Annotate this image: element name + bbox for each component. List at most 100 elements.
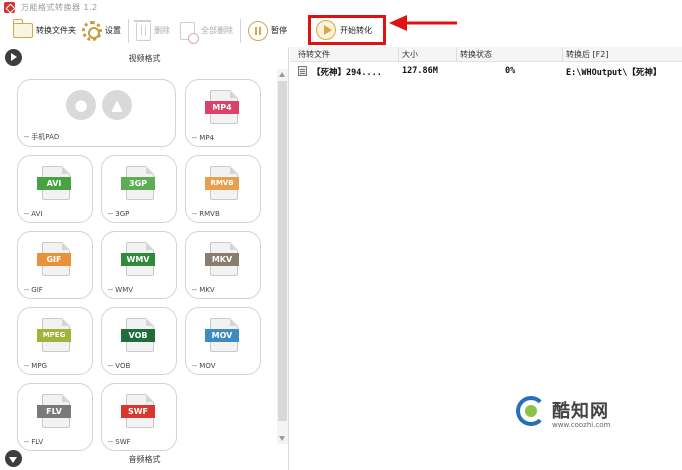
format-badge: SWF: [121, 405, 155, 418]
format-badge: MKV: [205, 253, 239, 266]
column-divider: [398, 47, 399, 62]
file-format-icon: GIF: [37, 242, 71, 276]
android-icon: ▲: [102, 90, 132, 120]
delete-button[interactable]: 删除: [133, 17, 173, 45]
settings-label: 设置: [105, 26, 121, 35]
file-list-header: 待转文件 大小 转换状态 转换后 [F2]: [290, 47, 682, 62]
scroll-down-icon[interactable]: [279, 436, 285, 441]
format-caption: -- VOB: [108, 362, 131, 370]
start-convert-label: 开始转化: [340, 25, 372, 35]
format-caption: -- MOV: [192, 362, 216, 370]
toolbar-divider: [240, 18, 241, 43]
format-caption: -- FLV: [24, 438, 44, 446]
format-badge: MP4: [205, 101, 239, 114]
format-caption: -- 3GP: [108, 210, 130, 218]
format-badge: VOB: [121, 329, 155, 342]
format-caption: -- WMV: [108, 286, 134, 294]
scroll-thumb[interactable]: [278, 81, 287, 421]
settings-button[interactable]: 设置: [79, 17, 124, 45]
format-badge: RMVB: [205, 177, 239, 190]
pause-button[interactable]: 暂停: [245, 17, 290, 45]
format-badge: AVI: [37, 177, 71, 190]
folder-icon: [12, 19, 33, 38]
format-tile-phone-pad[interactable]: ● ▲ -- 手机PAD: [17, 79, 176, 147]
convert-folder-label: 转换文件夹: [36, 26, 76, 35]
format-badge: GIF: [37, 253, 71, 266]
format-tile-mpeg[interactable]: MPEG -- MPG: [17, 307, 93, 375]
file-format-icon: 3GP: [121, 166, 155, 200]
format-badge: FLV: [37, 405, 71, 418]
file-format-icon: VOB: [121, 318, 155, 352]
toolbar-divider: [128, 18, 129, 43]
format-badge: 3GP: [121, 177, 155, 190]
window-title: 万能格式转换器 1.2: [21, 3, 98, 12]
scroll-up-icon[interactable]: [279, 72, 285, 77]
file-format-icon: RMVB: [205, 166, 239, 200]
play-icon: [316, 20, 336, 40]
file-format-icon: MOV: [205, 318, 239, 352]
file-name: 【死神】294....: [312, 68, 382, 78]
format-panel: 视频格式 ● ▲ -- 手机PAD MP4 -- MP4 AVI -- AVI 3GP -- 3…: [0, 47, 289, 470]
video-format-header[interactable]: 视频格式: [0, 47, 289, 69]
expand-circle-icon: [5, 450, 22, 467]
app-logo-icon: [4, 2, 15, 13]
format-badge: MOV: [205, 329, 239, 342]
format-tile-gif[interactable]: GIF -- GIF: [17, 231, 93, 299]
format-caption: -- 手机PAD: [24, 133, 60, 141]
apple-icon: ●: [66, 90, 96, 120]
format-caption: -- MKV: [192, 286, 215, 294]
file-format-icon: MKV: [205, 242, 239, 276]
file-format-icon: MPEG: [37, 318, 71, 352]
format-tile-mov[interactable]: MOV -- MOV: [185, 307, 261, 375]
delete-all-label: 全部删除: [201, 26, 233, 35]
column-header-output[interactable]: 转换后 [F2]: [566, 49, 608, 60]
format-caption: -- RMVB: [192, 210, 220, 218]
watermark: 酷知网 www.coozhi.com: [516, 396, 666, 436]
file-format-icon: WMV: [121, 242, 155, 276]
audio-format-header[interactable]: 音频格式: [0, 448, 289, 470]
format-tile-avi[interactable]: AVI -- AVI: [17, 155, 93, 223]
format-caption: -- MP4: [192, 134, 214, 142]
delete-all-button[interactable]: 全部删除: [177, 17, 236, 45]
annotation-arrow: [389, 15, 457, 31]
format-caption: -- MPG: [24, 362, 47, 370]
watermark-url: www.coozhi.com: [552, 421, 611, 429]
scrollbar[interactable]: [277, 69, 288, 444]
column-divider: [456, 47, 457, 62]
delete-all-icon: [180, 21, 199, 44]
format-tile-rmvb[interactable]: RMVB -- RMVB: [185, 155, 261, 223]
file-format-icon: AVI: [37, 166, 71, 200]
format-tile-mp4[interactable]: MP4 -- MP4: [185, 79, 261, 147]
format-tile-vob[interactable]: VOB -- VOB: [101, 307, 177, 375]
output-path: E:\WHOutput\【死神】: [566, 68, 662, 78]
format-tile-swf[interactable]: SWF -- SWF: [101, 383, 177, 451]
format-caption: -- GIF: [24, 286, 43, 294]
gear-icon: [82, 20, 102, 41]
column-header-status[interactable]: 转换状态: [460, 49, 492, 60]
video-file-icon: [298, 66, 307, 76]
watermark-title: 酷知网: [552, 401, 609, 422]
video-format-title: 视频格式: [128, 53, 161, 63]
file-size: 127.86M: [402, 66, 438, 76]
delete-label: 删除: [154, 26, 170, 35]
file-format-icon: MP4: [205, 90, 239, 124]
format-tile-flv[interactable]: FLV -- FLV: [17, 383, 93, 451]
column-header-size[interactable]: 大小: [402, 49, 418, 60]
play-circle-icon: [5, 49, 22, 66]
format-tile-3gp[interactable]: 3GP -- 3GP: [101, 155, 177, 223]
format-tile-wmv[interactable]: WMV -- WMV: [101, 231, 177, 299]
trash-icon: [134, 20, 151, 41]
format-caption: -- AVI: [24, 210, 43, 218]
format-tile-mkv[interactable]: MKV -- MKV: [185, 231, 261, 299]
format-badge: WMV: [121, 253, 155, 266]
table-row[interactable]: 【死神】294.... 127.86M 0% E:\WHOutput\【死神】: [290, 63, 682, 78]
format-caption: -- SWF: [108, 438, 131, 446]
title-bar: 万能格式转换器 1.2: [0, 0, 682, 15]
start-convert-button[interactable]: 开始转化: [308, 15, 386, 45]
audio-format-title: 音频格式: [128, 454, 161, 464]
pause-label: 暂停: [271, 26, 287, 35]
format-badge: MPEG: [37, 329, 71, 342]
pause-icon: [248, 20, 268, 41]
column-header-source[interactable]: 待转文件: [298, 49, 330, 60]
convert-folder-button[interactable]: 转换文件夹: [10, 17, 79, 45]
